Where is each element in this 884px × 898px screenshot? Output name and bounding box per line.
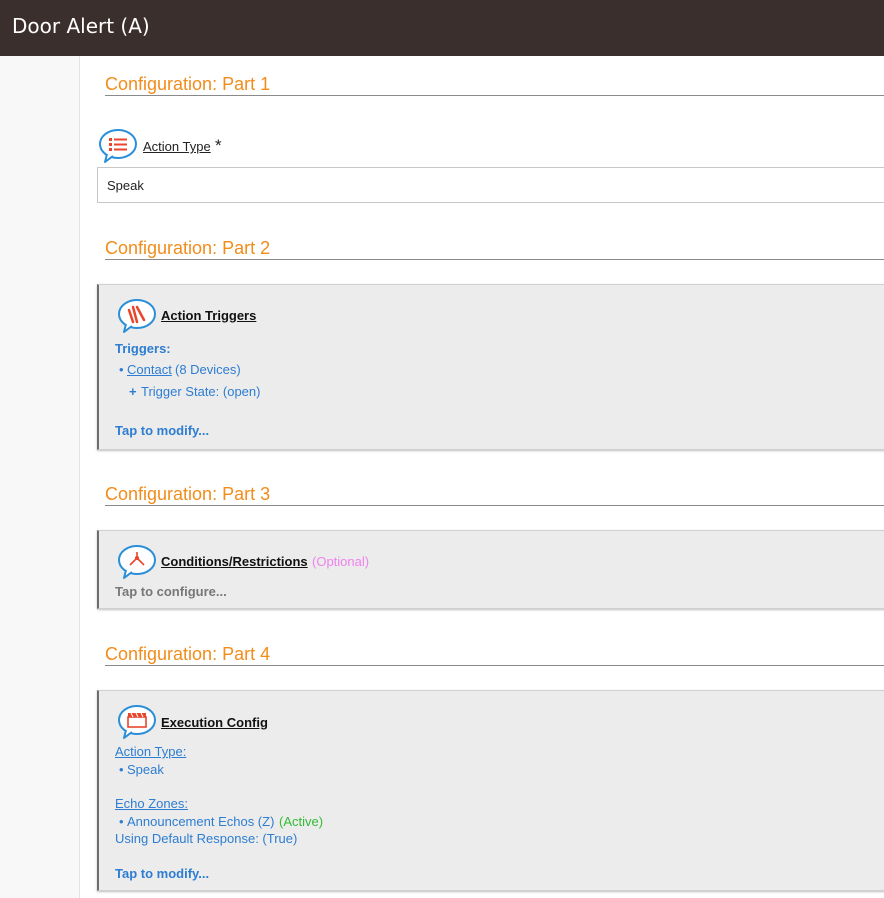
action-type-value-text: Speak	[127, 762, 164, 777]
clapperboard-icon	[118, 705, 156, 739]
action-triggers-card[interactable]: Action Triggers Triggers: • Contact (8 D…	[97, 284, 884, 450]
left-sidebar	[0, 56, 80, 898]
action-type-heading: Action Type:	[115, 744, 187, 759]
trigger-bullet: •	[119, 362, 124, 377]
list-icon	[99, 129, 137, 163]
echo-zone-status: (Active)	[279, 814, 324, 829]
triggers-heading: Triggers:	[115, 341, 171, 356]
optional-label: (Optional)	[312, 554, 370, 569]
app-title: Door Alert (A)	[12, 14, 150, 38]
action-type-value: Speak	[107, 178, 144, 193]
section-part-2-header: Configuration: Part 2	[105, 232, 884, 260]
section-part-4-title: Configuration: Part 4	[105, 644, 271, 664]
echo-zone-name: Announcement Echos (Z)	[127, 814, 275, 829]
contact-link[interactable]: Contact	[127, 362, 172, 377]
conditions-title: Conditions/Restrictions	[161, 554, 308, 569]
section-part-3-header: Configuration: Part 3	[105, 478, 884, 506]
branch-condition-icon	[118, 545, 156, 579]
required-mark: *	[215, 136, 222, 155]
app-titlebar: Door Alert (A)	[0, 0, 884, 56]
conditions-tap-to-configure[interactable]: Tap to configure...	[115, 584, 227, 599]
section-part-1-header: Configuration: Part 1	[105, 68, 884, 96]
echo-zones-heading: Echo Zones:	[115, 796, 188, 811]
plus-mark: +	[129, 384, 137, 399]
action-triggers-title: Action Triggers	[161, 308, 257, 323]
execution-config-title: Execution Config	[161, 715, 268, 730]
echo-zone-bullet: •	[119, 814, 124, 829]
execution-config-card[interactable]: Execution Config Action Type: • Speak Ec…	[97, 690, 884, 891]
action-type-bullet: •	[119, 762, 124, 777]
action-type-label: Action Type	[143, 139, 211, 154]
trigger-state: Trigger State: (open)	[141, 384, 261, 399]
triggers-tap-to-modify[interactable]: Tap to modify...	[115, 423, 209, 438]
lightning-trigger-icon	[118, 299, 156, 333]
section-part-2-title: Configuration: Part 2	[105, 238, 271, 258]
conditions-card[interactable]: Conditions/Restrictions (Optional) Tap t…	[97, 530, 884, 609]
execution-tap-to-modify[interactable]: Tap to modify...	[115, 866, 209, 881]
section-part-3-title: Configuration: Part 3	[105, 484, 271, 504]
section-part-4-header: Configuration: Part 4	[105, 638, 884, 666]
action-type-select[interactable]: Speak	[97, 167, 884, 203]
device-count: (8 Devices)	[175, 362, 241, 377]
default-response: Using Default Response: (True)	[115, 831, 298, 846]
section-part-1-title: Configuration: Part 1	[105, 74, 271, 94]
